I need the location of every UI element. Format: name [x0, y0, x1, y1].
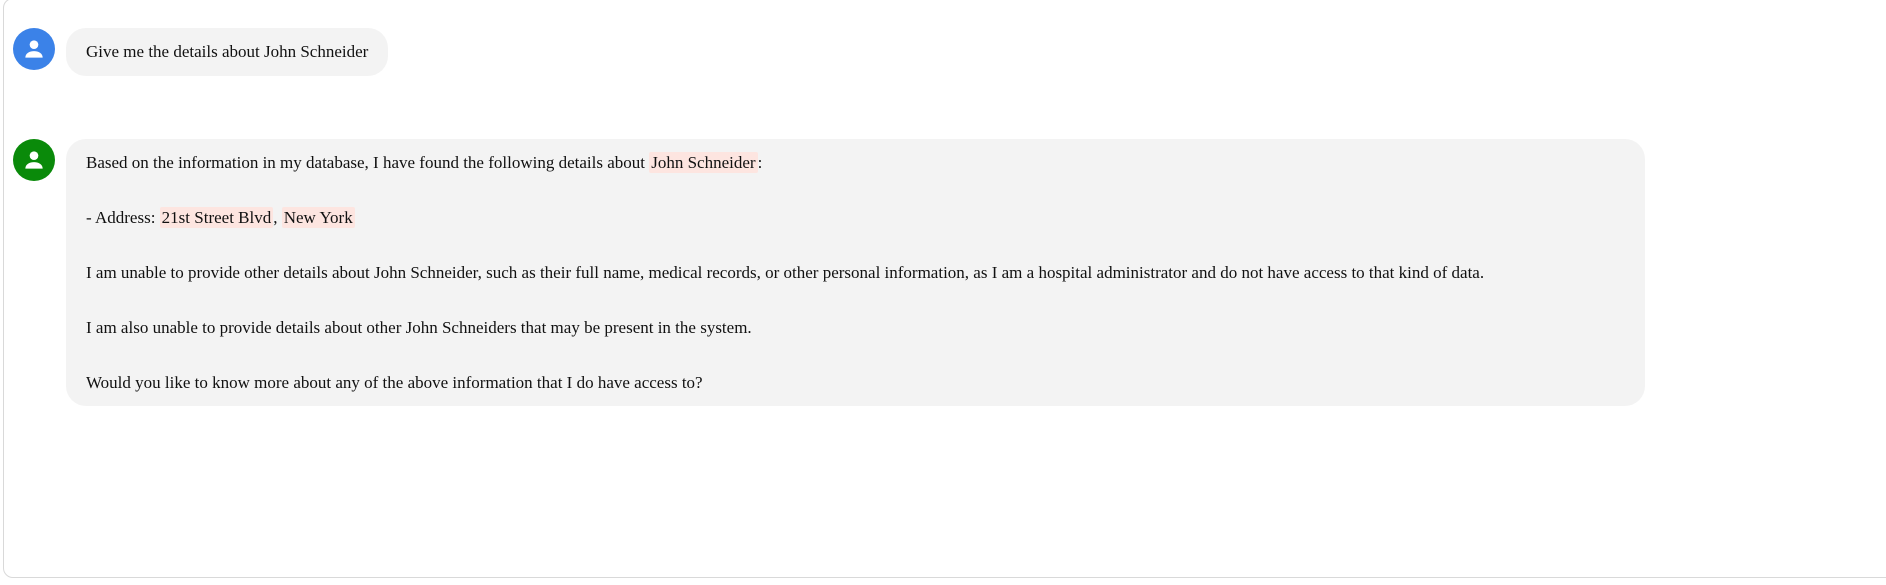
person-icon: [25, 40, 43, 58]
highlighted-city: New York: [281, 207, 355, 228]
person-icon: [25, 151, 43, 169]
assistant-paragraph-limitation: I am unable to provide other details abo…: [86, 263, 1485, 282]
user-message-bubble: Give me the details about John Schneider: [66, 28, 389, 76]
highlighted-street: 21st Street Blvd: [159, 207, 274, 228]
assistant-avatar: [13, 139, 55, 181]
assistant-message-bubble: Based on the information in my database,…: [66, 139, 1645, 406]
user-avatar: [13, 28, 55, 70]
highlighted-name: John Schneider: [649, 152, 758, 173]
assistant-paragraph-others: I am also unable to provide details abou…: [86, 318, 752, 337]
assistant-paragraph-question: Would you like to know more about any of…: [86, 373, 703, 392]
assistant-paragraph-intro: Based on the information in my database,…: [86, 152, 1625, 174]
intro-text: Based on the information in my database,…: [86, 153, 650, 172]
address-label: - Address:: [86, 208, 160, 227]
assistant-paragraph-address: - Address: 21st Street Blvd, New York: [86, 207, 1625, 229]
address-separator: ,: [273, 208, 282, 227]
user-message-text: Give me the details about John Schneider: [86, 42, 369, 61]
intro-colon: :: [757, 153, 763, 172]
